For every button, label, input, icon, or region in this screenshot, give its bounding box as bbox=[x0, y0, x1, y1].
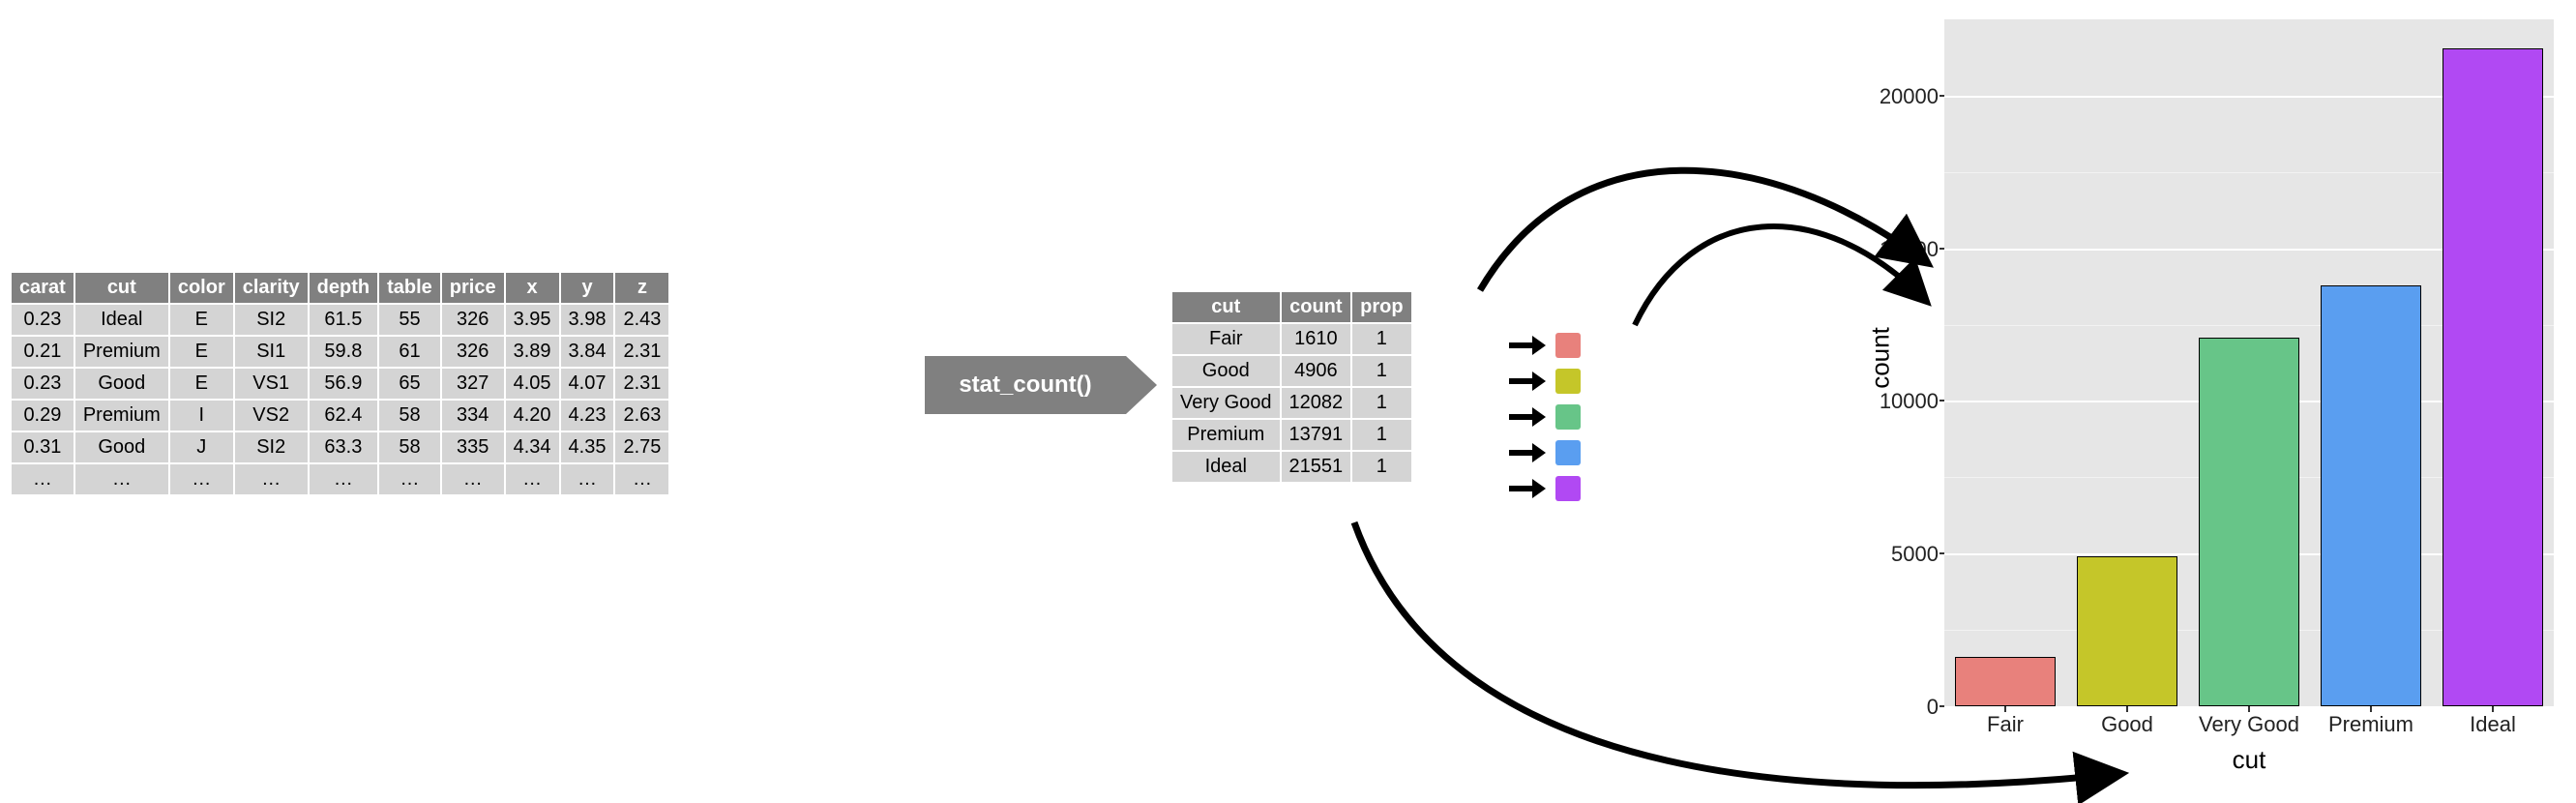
transform-label: stat_count() bbox=[925, 356, 1126, 414]
x-axis-title: cut bbox=[1944, 745, 2554, 775]
raw-col-price: price bbox=[441, 272, 505, 304]
raw-col-z: z bbox=[614, 272, 669, 304]
table-row: ………………………… bbox=[11, 463, 669, 495]
swatch-row-good bbox=[1509, 363, 1581, 399]
agg-col-prop: prop bbox=[1351, 291, 1411, 323]
swatch-row-ideal bbox=[1509, 470, 1581, 506]
table-row: 0.29PremiumIVS262.4583344.204.232.63 bbox=[11, 400, 669, 431]
arrow-right-icon bbox=[1509, 372, 1548, 391]
table-row: 0.21PremiumESI159.8613263.893.842.31 bbox=[11, 336, 669, 368]
bar-premium bbox=[2321, 285, 2420, 706]
table-row: Good49061 bbox=[1171, 355, 1412, 387]
swatch-row-premium bbox=[1509, 434, 1581, 470]
color-swatch bbox=[1555, 404, 1581, 430]
agg-col-cut: cut bbox=[1171, 291, 1281, 323]
bar-ideal bbox=[2443, 48, 2542, 706]
y-tick-label: 5000 bbox=[1861, 542, 1939, 567]
table-row: 0.23GoodEVS156.9653274.054.072.31 bbox=[11, 368, 669, 400]
table-row: Ideal215511 bbox=[1171, 451, 1412, 483]
x-tick-label: Ideal bbox=[2432, 712, 2554, 737]
color-swatch bbox=[1555, 476, 1581, 501]
swatch-row-very-good bbox=[1509, 399, 1581, 434]
y-axis-title: count bbox=[1865, 327, 1895, 389]
table-row: Very Good120821 bbox=[1171, 387, 1412, 419]
x-tick-label: Fair bbox=[1944, 712, 2066, 737]
table-row: 0.23IdealESI261.5553263.953.982.43 bbox=[11, 304, 669, 336]
y-tick-mark bbox=[1939, 248, 1944, 250]
arrow-right-icon bbox=[1509, 336, 1548, 355]
arrow-head-icon bbox=[1126, 356, 1157, 414]
y-tick-label: 20000 bbox=[1861, 84, 1939, 109]
y-tick-label: 0 bbox=[1861, 695, 1939, 720]
raw-col-y: y bbox=[560, 272, 615, 304]
raw-col-clarity: clarity bbox=[234, 272, 309, 304]
plot-background bbox=[1944, 19, 2554, 706]
y-tick-mark bbox=[1939, 705, 1944, 707]
raw-col-cut: cut bbox=[74, 272, 169, 304]
x-tick-mark bbox=[2248, 706, 2250, 712]
x-tick-label: Very Good bbox=[2188, 712, 2310, 737]
y-tick-label: 10000 bbox=[1861, 389, 1939, 414]
bar-very-good bbox=[2199, 338, 2298, 706]
x-tick-mark bbox=[2370, 706, 2372, 712]
y-tick-label: 15000 bbox=[1861, 237, 1939, 262]
raw-data-table: caratcutcolorclaritydepthtablepricexyz 0… bbox=[10, 271, 670, 496]
aggregated-table: cutcountprop Fair16101Good49061Very Good… bbox=[1170, 290, 1413, 484]
raw-col-carat: carat bbox=[11, 272, 74, 304]
color-swatch bbox=[1555, 440, 1581, 465]
x-tick-mark bbox=[2004, 706, 2006, 712]
transform-arrow: stat_count() bbox=[925, 356, 1157, 414]
table-row: Premium137911 bbox=[1171, 419, 1412, 451]
bar-fair bbox=[1955, 657, 2055, 706]
table-row: Fair16101 bbox=[1171, 323, 1412, 355]
x-tick-label: Premium bbox=[2310, 712, 2432, 737]
agg-col-count: count bbox=[1281, 291, 1352, 323]
x-tick-mark bbox=[2492, 706, 2494, 712]
bar-good bbox=[2077, 556, 2176, 706]
table-row: 0.31GoodJSI263.3583354.344.352.75 bbox=[11, 431, 669, 463]
raw-col-color: color bbox=[169, 272, 234, 304]
swatch-row-fair bbox=[1509, 327, 1581, 363]
raw-col-depth: depth bbox=[309, 272, 378, 304]
raw-data-table-wrap: caratcutcolorclaritydepthtablepricexyz 0… bbox=[10, 271, 670, 496]
color-swatch bbox=[1555, 333, 1581, 358]
raw-col-x: x bbox=[505, 272, 560, 304]
color-swatch bbox=[1555, 369, 1581, 394]
y-tick-mark bbox=[1939, 95, 1944, 97]
arrow-right-icon bbox=[1509, 443, 1548, 462]
bar-chart: count cut 0 5000 10000 15000 20000 FairGoodVe… bbox=[1848, 10, 2563, 793]
diagram-stage: caratcutcolorclaritydepthtablepricexyz 0… bbox=[0, 0, 2576, 803]
x-tick-mark bbox=[2126, 706, 2128, 712]
x-tick-label: Good bbox=[2066, 712, 2188, 737]
aggregated-table-wrap: cutcountprop Fair16101Good49061Very Good… bbox=[1170, 290, 1413, 484]
y-tick-mark bbox=[1939, 400, 1944, 402]
arrow-right-icon bbox=[1509, 479, 1548, 498]
swatch-column bbox=[1509, 327, 1581, 506]
raw-col-table: table bbox=[378, 272, 441, 304]
y-tick-mark bbox=[1939, 552, 1944, 554]
arrow-right-icon bbox=[1509, 407, 1548, 427]
